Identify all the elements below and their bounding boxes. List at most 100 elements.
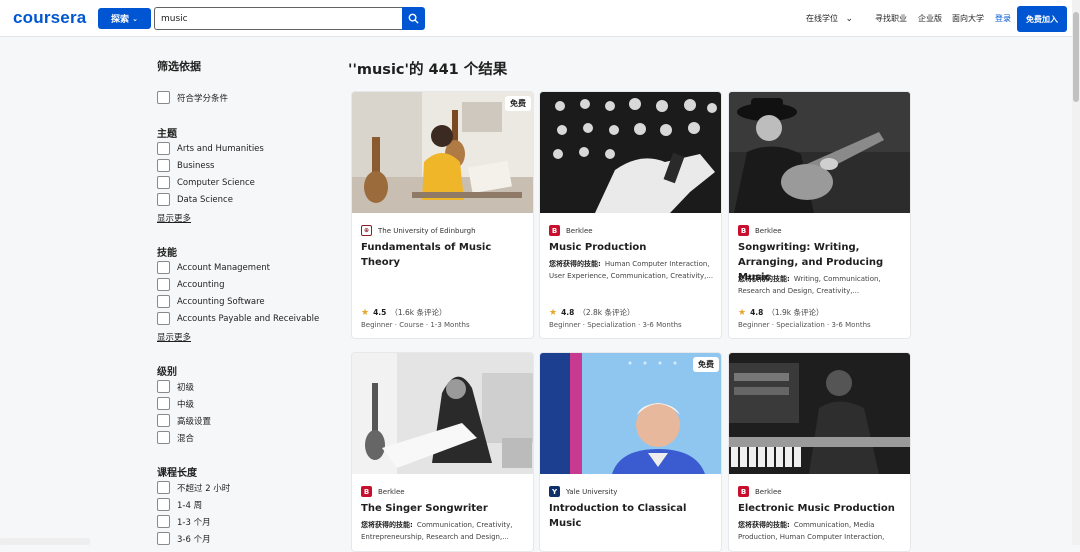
course-skills: 您将获得的技能: Communication, Media Production,…: [738, 520, 906, 543]
course-card[interactable]: 免费 ⊕ The University of Edinburgh Fundame…: [351, 91, 534, 339]
login-link[interactable]: 登录: [995, 13, 1011, 24]
filter-level-beginner[interactable]: 初级: [157, 380, 194, 393]
explore-label: 探索: [111, 15, 130, 25]
filter-duration-under-2h[interactable]: 不超过 2 小时: [157, 481, 230, 494]
search-button[interactable]: [402, 7, 425, 30]
checkbox[interactable]: [157, 414, 170, 427]
nav-university[interactable]: 面向大学: [952, 13, 984, 24]
star-icon: ★: [549, 307, 558, 318]
status-bar: [0, 538, 90, 545]
partner-name: Berklee: [378, 487, 405, 496]
checkbox[interactable]: [157, 159, 170, 172]
course-title[interactable]: The Singer Songwriter: [361, 501, 529, 516]
course-card[interactable]: B Berklee Music Production 您将获得的技能: Human…: [539, 91, 722, 339]
course-thumbnail: [729, 92, 910, 213]
nav-careers[interactable]: 寻找职业: [875, 13, 907, 24]
subject-show-more-link[interactable]: 显示更多: [157, 212, 191, 224]
partner-info: B Berklee: [361, 486, 405, 497]
course-thumbnail: 免费: [540, 353, 721, 474]
partner-name: Berklee: [755, 226, 782, 235]
search-value: music: [161, 13, 188, 24]
nav-degrees[interactable]: 在线学位 ⌄: [806, 13, 853, 24]
join-free-button[interactable]: 免费加入: [1017, 6, 1067, 32]
checkbox[interactable]: [157, 142, 170, 155]
filter-skill-accounting[interactable]: Accounting: [157, 278, 224, 291]
filter-skill-accounting-software[interactable]: Accounting Software: [157, 295, 265, 308]
skills-label: 您将获得的技能:: [361, 521, 413, 529]
filter-duration-3-6m[interactable]: 3-6 个月: [157, 532, 211, 545]
free-badge: 免费: [693, 357, 719, 372]
course-title[interactable]: Fundamentals of Music Theory: [361, 240, 529, 270]
filter-label: Data Science: [177, 194, 233, 205]
checkbox[interactable]: [157, 380, 170, 393]
checkbox[interactable]: [157, 193, 170, 206]
course-title[interactable]: Introduction to Classical Music: [549, 501, 717, 531]
course-title[interactable]: Electronic Music Production: [738, 501, 906, 516]
course-card[interactable]: 免费 Y Yale University Introduction to Cla…: [539, 352, 722, 552]
filter-level-intermediate[interactable]: 中级: [157, 397, 194, 410]
checkbox[interactable]: [157, 431, 170, 444]
filter-duration-1-4w[interactable]: 1-4 周: [157, 498, 202, 511]
filter-label: 初级: [177, 382, 195, 393]
partner-info: ⊕ The University of Edinburgh: [361, 225, 476, 236]
partner-name: The University of Edinburgh: [378, 226, 476, 235]
course-card[interactable]: B Berklee The Singer Songwriter 您将获得的技能:…: [351, 352, 534, 552]
checkbox[interactable]: [157, 261, 170, 274]
filter-duration-1-3m[interactable]: 1-3 个月: [157, 515, 211, 528]
filter-subject-arts[interactable]: Arts and Humanities: [157, 142, 264, 155]
course-card[interactable]: B Berklee Songwriting: Writing, Arrangin…: [728, 91, 911, 339]
checkbox[interactable]: [157, 91, 170, 104]
partner-info: B Berklee: [549, 225, 593, 236]
scrollbar-thumb[interactable]: [1073, 12, 1079, 102]
filter-label: Accounting: [177, 279, 225, 290]
course-meta: Beginner · Specialization · 3-6 Months: [549, 321, 682, 329]
partner-name: Berklee: [566, 226, 593, 235]
checkbox[interactable]: [157, 481, 170, 494]
nav-enterprise[interactable]: 企业版: [918, 13, 942, 24]
explore-button[interactable]: 探索 ⌄: [98, 8, 151, 29]
course-rating: ★ 4.8 （1.9k 条评论）: [738, 307, 824, 318]
course-skills: 您将获得的技能: Communication, Creativity, Entre…: [361, 520, 529, 543]
checkbox[interactable]: [157, 532, 170, 545]
yale-logo-icon: Y: [549, 486, 560, 497]
partner-info: B Berklee: [738, 225, 782, 236]
filter-label: 混合: [177, 433, 195, 444]
course-title[interactable]: Music Production: [549, 240, 717, 255]
filter-subject-cs[interactable]: Computer Science: [157, 176, 255, 189]
course-card[interactable]: B Berklee Electronic Music Production 您将…: [728, 352, 911, 552]
review-count: （2.8k 条评论）: [578, 308, 635, 317]
skills-label: 您将获得的技能:: [549, 260, 601, 268]
level-heading: 级别: [157, 367, 177, 378]
chevron-down-icon: ⌄: [132, 14, 138, 23]
filter-credit-eligible[interactable]: 符合学分条件: [157, 91, 228, 104]
filter-label: 高级设置: [177, 416, 212, 427]
search-input[interactable]: music: [154, 7, 402, 30]
top-header: coursera 探索 ⌄ music 在线学位 ⌄ 寻找职业 企业版 面向大学…: [0, 0, 1072, 37]
skills-show-more-link[interactable]: 显示更多: [157, 331, 191, 343]
checkbox[interactable]: [157, 397, 170, 410]
free-badge: 免费: [505, 96, 531, 111]
filter-level-mixed[interactable]: 混合: [157, 431, 194, 444]
rating-value: 4.5: [373, 308, 387, 317]
filter-label: Arts and Humanities: [177, 143, 264, 154]
checkbox[interactable]: [157, 295, 170, 308]
rating-value: 4.8: [561, 308, 575, 317]
checkbox[interactable]: [157, 515, 170, 528]
coursera-logo[interactable]: coursera: [13, 8, 86, 28]
filter-skill-accounts-payable[interactable]: Accounts Payable and Receivable: [157, 312, 319, 325]
checkbox[interactable]: [157, 498, 170, 511]
filter-subject-ds[interactable]: Data Science: [157, 193, 233, 206]
partner-info: B Berklee: [738, 486, 782, 497]
course-thumbnail: [729, 353, 910, 474]
subject-heading: 主题: [157, 129, 177, 140]
course-thumbnail: 免费: [352, 92, 533, 213]
filter-subject-business[interactable]: Business: [157, 159, 214, 172]
skills-label: 您将获得的技能:: [738, 275, 790, 283]
checkbox[interactable]: [157, 312, 170, 325]
filter-label: 3-6 个月: [177, 534, 211, 545]
course-rating: ★ 4.5 （1.6k 条评论）: [361, 307, 447, 318]
checkbox[interactable]: [157, 278, 170, 291]
checkbox[interactable]: [157, 176, 170, 189]
filter-skill-account-management[interactable]: Account Management: [157, 261, 270, 274]
filter-level-advanced[interactable]: 高级设置: [157, 414, 211, 427]
